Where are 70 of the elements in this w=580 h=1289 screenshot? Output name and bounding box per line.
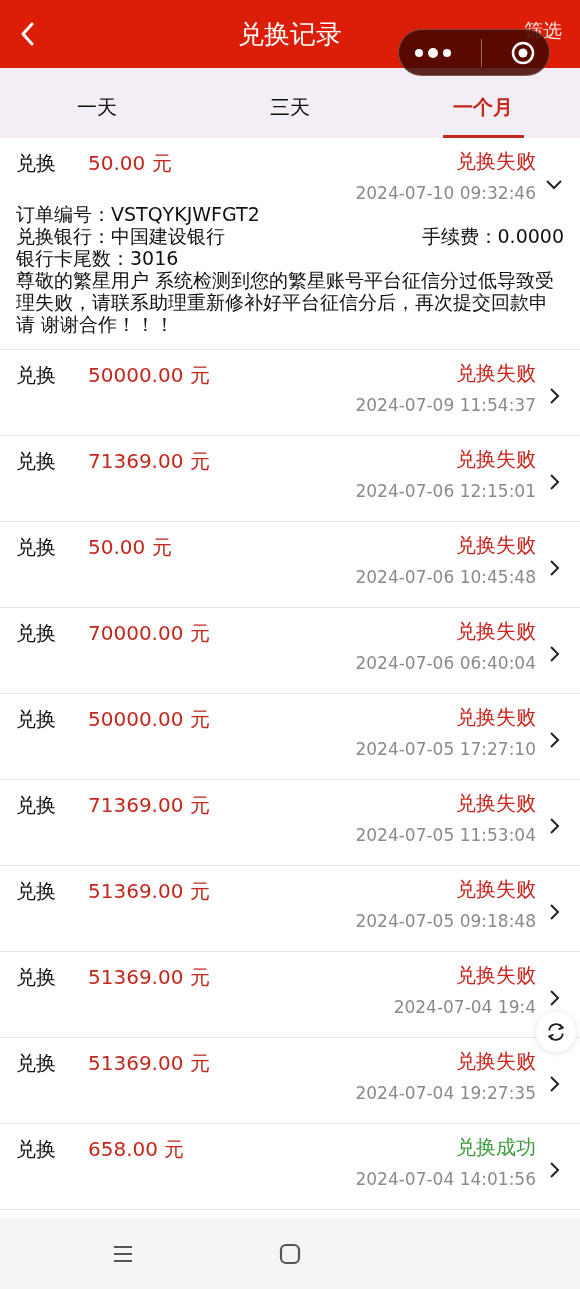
record-type: 兑换: [16, 792, 57, 819]
record-amount: 51369.00 元: [88, 878, 211, 905]
record-time: 2024-07-09 11:54:37: [355, 395, 536, 415]
record-status: 兑换失败: [456, 704, 536, 731]
page-title: 兑换记录: [238, 17, 342, 51]
record-status: 兑换失败: [456, 962, 536, 989]
close-target-icon[interactable]: [510, 40, 535, 65]
record-amount: 71369.00 元: [88, 792, 211, 819]
record-time: 2024-07-06 06:40:04: [355, 653, 536, 673]
record-amount: 50.00 元: [88, 150, 173, 177]
home-icon[interactable]: [279, 1242, 301, 1265]
record-time: 2024-07-10 09:32:46: [355, 183, 536, 203]
record-row[interactable]: 兑换 50.00 元 兑换失败 2024-07-06 10:45:48: [0, 522, 580, 608]
record-row[interactable]: 兑换 50000.00 元 兑换失败 2024-07-05 17:27:10: [0, 694, 580, 780]
record-amount: 51369.00 元: [88, 1050, 211, 1077]
fee-amount: 手续费：0.0000: [421, 225, 564, 247]
order-number: 订单编号：VSTQYKJWFGT2: [16, 203, 261, 225]
more-icon[interactable]: [413, 46, 454, 59]
record-status: 兑换失败: [456, 360, 536, 387]
record-row[interactable]: 兑换 71369.00 元 兑换失败 2024-07-05 11:53:04: [0, 780, 580, 866]
record-type: 兑换: [16, 620, 57, 647]
refresh-icon: [545, 1021, 567, 1043]
back-icon[interactable]: [20, 22, 34, 46]
record-row[interactable]: 兑换 658.00 元 兑换成功 2024-07-04 14:01:56: [0, 1124, 580, 1210]
record-amount: 50000.00 元: [88, 706, 211, 733]
record-row[interactable]: 兑换 51369.00 元 兑换失败 2024-07-05 09:18:48: [0, 866, 580, 952]
record-time: 2024-07-04 19:4: [393, 997, 536, 1017]
filter-link[interactable]: 筛选: [524, 18, 562, 44]
record-time: 2024-07-06 10:45:48: [355, 567, 536, 587]
record-status: 兑换失败: [456, 532, 536, 559]
record-amount: 658.00 元: [88, 1136, 186, 1163]
record-type: 兑换: [16, 362, 57, 389]
record-row[interactable]: 兑换 70000.00 元 兑换失败 2024-07-06 06:40:04: [0, 608, 580, 694]
record-type: 兑换: [16, 964, 57, 991]
record-status: 兑换失败: [456, 790, 536, 817]
record-type: 兑换: [16, 150, 57, 177]
record-time: 2024-07-05 09:18:48: [355, 911, 536, 931]
record-status: 兑换失败: [456, 876, 536, 903]
record-status: 兑换成功: [456, 1134, 536, 1161]
record-time: 2024-07-04 19:27:35: [355, 1083, 536, 1103]
record-time: 2024-07-06 12:15:01: [355, 481, 536, 501]
record-status: 兑换失败: [456, 1048, 536, 1075]
record-amount: 50.00 元: [88, 534, 173, 561]
record-type: 兑换: [16, 706, 57, 733]
record-type: 兑换: [16, 1136, 57, 1163]
refresh-button[interactable]: [536, 1012, 576, 1052]
card-tail: 银行卡尾数：3016: [16, 247, 180, 269]
record-amount: 71369.00 元: [88, 448, 211, 475]
period-tab[interactable]: 三天: [249, 80, 331, 138]
record-status: 兑换失败: [456, 618, 536, 645]
record-row[interactable]: 兑换 50.00 元 兑换失败 2024-07-10 09:32:46 订单编号：VSTQYKJWFGT2 兑换银行：中国建设银行 手续费：0.0000 银行卡尾数：3016 尊敬的繁星用户 系统检测到您的繁星账号平台征信分过低导致受理失败，请联系助理重新修补好平台征信分后，再次提交回款申请 谢谢合作！！！: [0, 138, 580, 350]
record-row[interactable]: 兑换 50000.00 元 兑换失败 2024-07-09 11:54:37: [0, 350, 580, 436]
record-time: 2024-07-05 17:27:10: [355, 739, 536, 759]
bank-name: 兑换银行：中国建设银行: [16, 225, 225, 247]
failure-message: 尊敬的繁星用户 系统检测到您的繁星账号平台征信分过低导致受理失败，请联系助理重新修补好平台征信分后，再次提交回款申请 谢谢合作！！！: [16, 269, 556, 335]
period-tab[interactable]: 一个月: [442, 80, 524, 138]
record-type: 兑换: [16, 448, 57, 475]
record-row[interactable]: 兑换 71369.00 元 兑换失败 2024-07-06 12:15:01: [0, 436, 580, 522]
record-status: 兑换失败: [456, 148, 536, 175]
period-tab[interactable]: 一天: [56, 80, 138, 138]
record-amount: 50000.00 元: [88, 362, 211, 389]
record-amount: 70000.00 元: [88, 620, 211, 647]
record-time: 2024-07-05 11:53:04: [355, 825, 536, 845]
record-status: 兑换失败: [456, 446, 536, 473]
menu-icon[interactable]: [112, 1243, 135, 1264]
record-amount: 51369.00 元: [88, 964, 211, 991]
record-time: 2024-07-04 14:01:56: [355, 1169, 536, 1189]
record-type: 兑换: [16, 878, 57, 905]
record-type: 兑换: [16, 534, 57, 561]
record-type: 兑换: [16, 1050, 57, 1077]
